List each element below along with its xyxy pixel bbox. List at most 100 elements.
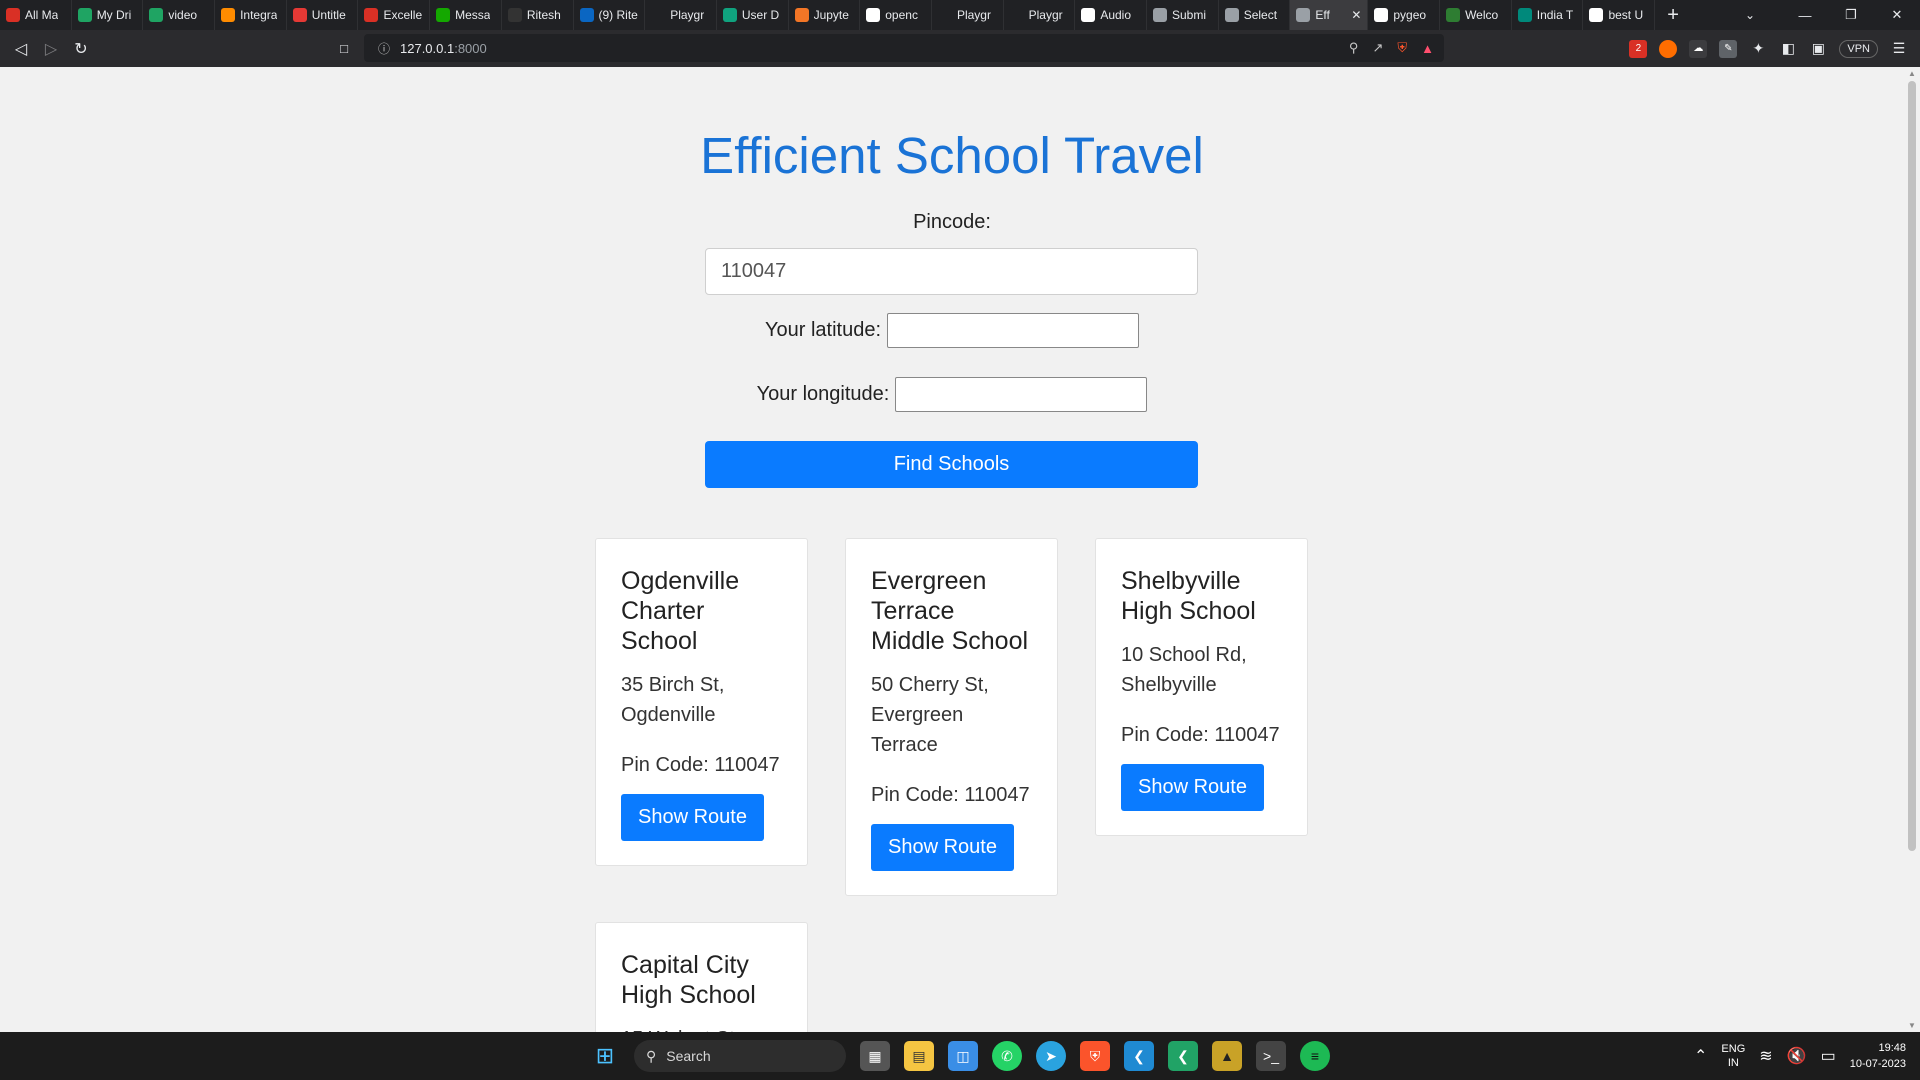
latitude-row: Your latitude: bbox=[0, 313, 1904, 348]
address-bar[interactable]: ⓘ 127.0.0.1:8000 ⚲ ↗ ⛨ ▲ bbox=[364, 34, 1444, 62]
tray-chevron-icon[interactable]: ⌃ bbox=[1694, 1046, 1707, 1066]
tab-label: Playgr bbox=[670, 8, 705, 22]
reload-icon[interactable]: ↻ bbox=[66, 34, 96, 64]
brave-browser-icon[interactable]: ⛨ bbox=[1080, 1041, 1110, 1071]
site-info-icon[interactable]: ⓘ bbox=[378, 40, 394, 57]
tab-label: Submi bbox=[1172, 8, 1207, 22]
browser-tab[interactable]: openc bbox=[860, 0, 932, 30]
taskbar-search-label: Search bbox=[666, 1048, 711, 1064]
tab-label: Eff bbox=[1315, 8, 1330, 22]
terminal-icon[interactable]: >_ bbox=[1256, 1041, 1286, 1071]
taskbar-search[interactable]: ⚲ Search bbox=[634, 1040, 846, 1072]
search-icon: ⚲ bbox=[646, 1047, 657, 1064]
browser-tab[interactable]: Ritesh bbox=[502, 0, 574, 30]
find-schools-button[interactable]: Find Schools bbox=[705, 441, 1198, 488]
browser-tab[interactable]: Untitle bbox=[287, 0, 359, 30]
clock[interactable]: 19:48 10-07-2023 bbox=[1850, 1040, 1906, 1072]
battery-icon[interactable]: ▭ bbox=[1821, 1046, 1836, 1066]
wallet-icon[interactable]: ▣ bbox=[1809, 40, 1827, 58]
tab-label: Messa bbox=[455, 8, 491, 22]
brave-shields-icon[interactable]: ⛨ bbox=[1397, 40, 1407, 56]
browser-tab[interactable]: pygeo bbox=[1368, 0, 1441, 30]
browser-tab[interactable]: India T bbox=[1512, 0, 1584, 30]
pen-extension-icon[interactable]: ✎ bbox=[1719, 39, 1738, 58]
visual-studio-icon[interactable]: ❮ bbox=[1168, 1041, 1198, 1071]
pincode-label: Pincode: bbox=[913, 211, 991, 233]
browser-tab[interactable]: Jupyte bbox=[789, 0, 861, 30]
windows-start-icon[interactable]: ⊞ bbox=[590, 1041, 620, 1071]
share-icon[interactable]: ↗ bbox=[1372, 40, 1383, 56]
vpn-button[interactable]: VPN bbox=[1839, 39, 1878, 58]
browser-tab[interactable]: Playgr bbox=[932, 0, 1004, 30]
close-window-icon[interactable]: ✕ bbox=[1874, 0, 1920, 30]
minimize-icon[interactable]: — bbox=[1782, 0, 1828, 30]
tab-label: Playgr bbox=[956, 8, 991, 22]
cloud-extension-icon[interactable]: ☁ bbox=[1689, 39, 1708, 58]
close-tab-icon[interactable]: ✕ bbox=[1351, 8, 1361, 22]
wifi-icon[interactable]: ≋ bbox=[1759, 1046, 1772, 1066]
new-tab-button[interactable]: + bbox=[1655, 4, 1691, 27]
vscode-icon[interactable]: ❮ bbox=[1124, 1041, 1154, 1071]
task-view-icon[interactable]: ▦ bbox=[860, 1041, 890, 1071]
school-pincode: Pin Code: 110047 bbox=[621, 754, 780, 776]
telegram-icon[interactable]: ➤ bbox=[1036, 1041, 1066, 1071]
scroll-up-icon[interactable]: ▲ bbox=[1908, 69, 1916, 78]
browser-tab[interactable]: Messa bbox=[430, 0, 502, 30]
scroll-thumb[interactable] bbox=[1908, 81, 1916, 851]
school-name: Ogdenville Charter School bbox=[621, 567, 740, 655]
brave-rewards-icon[interactable]: ▲ bbox=[1421, 41, 1434, 56]
forward-icon[interactable]: ▷ bbox=[36, 34, 66, 64]
back-icon[interactable]: ◁ bbox=[6, 34, 36, 64]
browser-tab[interactable]: Excelle bbox=[358, 0, 431, 30]
browser-tab[interactable]: video bbox=[143, 0, 216, 30]
taskbar-apps: ⊞ ⚲ Search ▦ ▤ ◫ ✆ ➤ ⛨ ❮ ❮ ▲ >_ ≡ bbox=[590, 1032, 1330, 1080]
openai-icon bbox=[651, 8, 666, 22]
tab-label: openc bbox=[885, 8, 918, 22]
browser-tab[interactable]: Submi bbox=[1147, 0, 1219, 30]
store-icon[interactable]: ◫ bbox=[948, 1041, 978, 1071]
browser-tab[interactable]: Playgr bbox=[645, 0, 717, 30]
puzzle-icon[interactable]: ✦ bbox=[1749, 40, 1767, 58]
page-scrollbar[interactable]: ▲ ▼ bbox=[1904, 67, 1920, 1032]
browser-tab[interactable]: (9) Rite bbox=[574, 0, 646, 30]
browser-tab[interactable]: Select bbox=[1219, 0, 1291, 30]
globe-icon bbox=[1224, 8, 1239, 22]
app-icon[interactable]: ▲ bbox=[1212, 1041, 1242, 1071]
file-explorer-icon[interactable]: ▤ bbox=[904, 1041, 934, 1071]
browser-tab[interactable]: Playgr bbox=[1004, 0, 1076, 30]
spotify-icon[interactable]: ≡ bbox=[1300, 1041, 1330, 1071]
calendar-extension-icon[interactable]: 2 bbox=[1629, 39, 1648, 58]
jupyter-icon bbox=[794, 8, 809, 22]
language-indicator[interactable]: ENG IN bbox=[1721, 1042, 1745, 1070]
show-route-button[interactable]: Show Route bbox=[871, 824, 1014, 871]
zoom-icon[interactable]: ⚲ bbox=[1349, 40, 1359, 56]
sidebar-icon[interactable]: ◧ bbox=[1779, 40, 1797, 58]
extension-icon[interactable] bbox=[1659, 39, 1678, 58]
longitude-label: Your longitude: bbox=[756, 383, 890, 405]
pincode-input[interactable] bbox=[705, 248, 1198, 295]
bookmark-icon[interactable]: □ bbox=[334, 34, 354, 62]
tab-label: User D bbox=[741, 8, 780, 22]
menu-icon[interactable]: ☰ bbox=[1890, 40, 1908, 58]
show-route-button[interactable]: Show Route bbox=[1121, 764, 1264, 811]
tab-search-chevron-icon[interactable]: ⌄ bbox=[1730, 0, 1770, 30]
latitude-input[interactable] bbox=[887, 313, 1139, 348]
whatsapp-icon[interactable]: ✆ bbox=[992, 1041, 1022, 1071]
tab-label: Untitle bbox=[311, 8, 346, 22]
browser-tab[interactable]: Welco bbox=[1440, 0, 1512, 30]
browser-tab[interactable]: Audio bbox=[1075, 0, 1147, 30]
browser-tab[interactable]: All Ma bbox=[0, 0, 72, 30]
school-name: Capital City High School bbox=[621, 951, 756, 1009]
clock-time: 19:48 bbox=[1878, 1042, 1906, 1054]
tab-label: My Dri bbox=[96, 8, 132, 22]
show-route-button[interactable]: Show Route bbox=[621, 794, 764, 841]
volume-muted-icon[interactable]: 🔇 bbox=[1787, 1046, 1807, 1066]
browser-tab[interactable]: Integra bbox=[215, 0, 287, 30]
browser-tab[interactable]: Eff ✕ bbox=[1290, 0, 1369, 30]
browser-tab[interactable]: My Dri bbox=[72, 0, 144, 30]
browser-tab[interactable]: User D bbox=[717, 0, 789, 30]
longitude-input[interactable] bbox=[895, 377, 1148, 412]
browser-tab[interactable]: best U bbox=[1583, 0, 1656, 30]
scroll-down-icon[interactable]: ▼ bbox=[1908, 1021, 1916, 1030]
restore-icon[interactable]: ❐ bbox=[1828, 0, 1874, 30]
